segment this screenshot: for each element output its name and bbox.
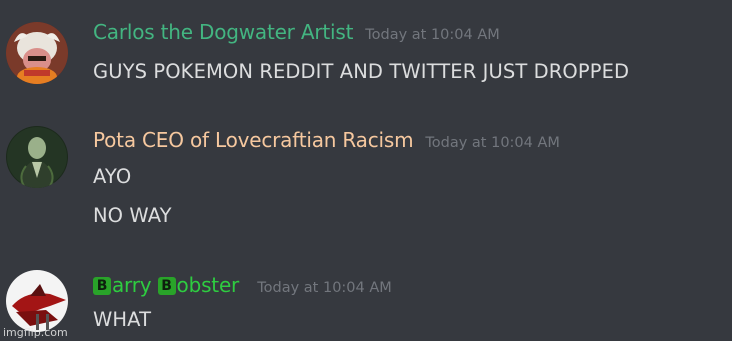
watermark: imgflip.com <box>3 326 68 339</box>
message-text: GUYS POKEMON REDDIT AND TWITTER JUST DRO… <box>93 60 630 83</box>
message-header: Pota CEO of Lovecraftian Racism Today at … <box>93 128 560 152</box>
username[interactable]: Barry Bobster <box>93 273 245 297</box>
user-avatar[interactable] <box>6 22 68 84</box>
username[interactable]: Carlos the Dogwater Artist <box>93 20 353 44</box>
username[interactable]: Pota CEO of Lovecraftian Racism <box>93 128 414 152</box>
avatar-image <box>6 126 68 188</box>
timestamp: Today at 10:04 AM <box>365 27 500 43</box>
user-avatar[interactable] <box>6 126 68 188</box>
timestamp: Today at 10:04 AM <box>257 280 392 296</box>
username-part: arry <box>112 273 158 297</box>
avatar-image <box>6 22 68 84</box>
user-avatar[interactable] <box>6 270 68 332</box>
timestamp: Today at 10:04 AM <box>425 135 560 151</box>
avatar-image <box>6 270 68 332</box>
message-text: NO WAY <box>93 204 172 227</box>
message-header: Barry Bobster Today at 10:04 AM <box>93 273 392 297</box>
letter-badge-icon: B <box>93 277 111 295</box>
letter-badge-icon: B <box>157 277 176 295</box>
message-text: AYO <box>93 165 132 188</box>
message-header: Carlos the Dogwater Artist Today at 10:04… <box>93 20 500 44</box>
message-text: WHAT <box>93 308 152 331</box>
username-part: obster <box>176 273 240 297</box>
